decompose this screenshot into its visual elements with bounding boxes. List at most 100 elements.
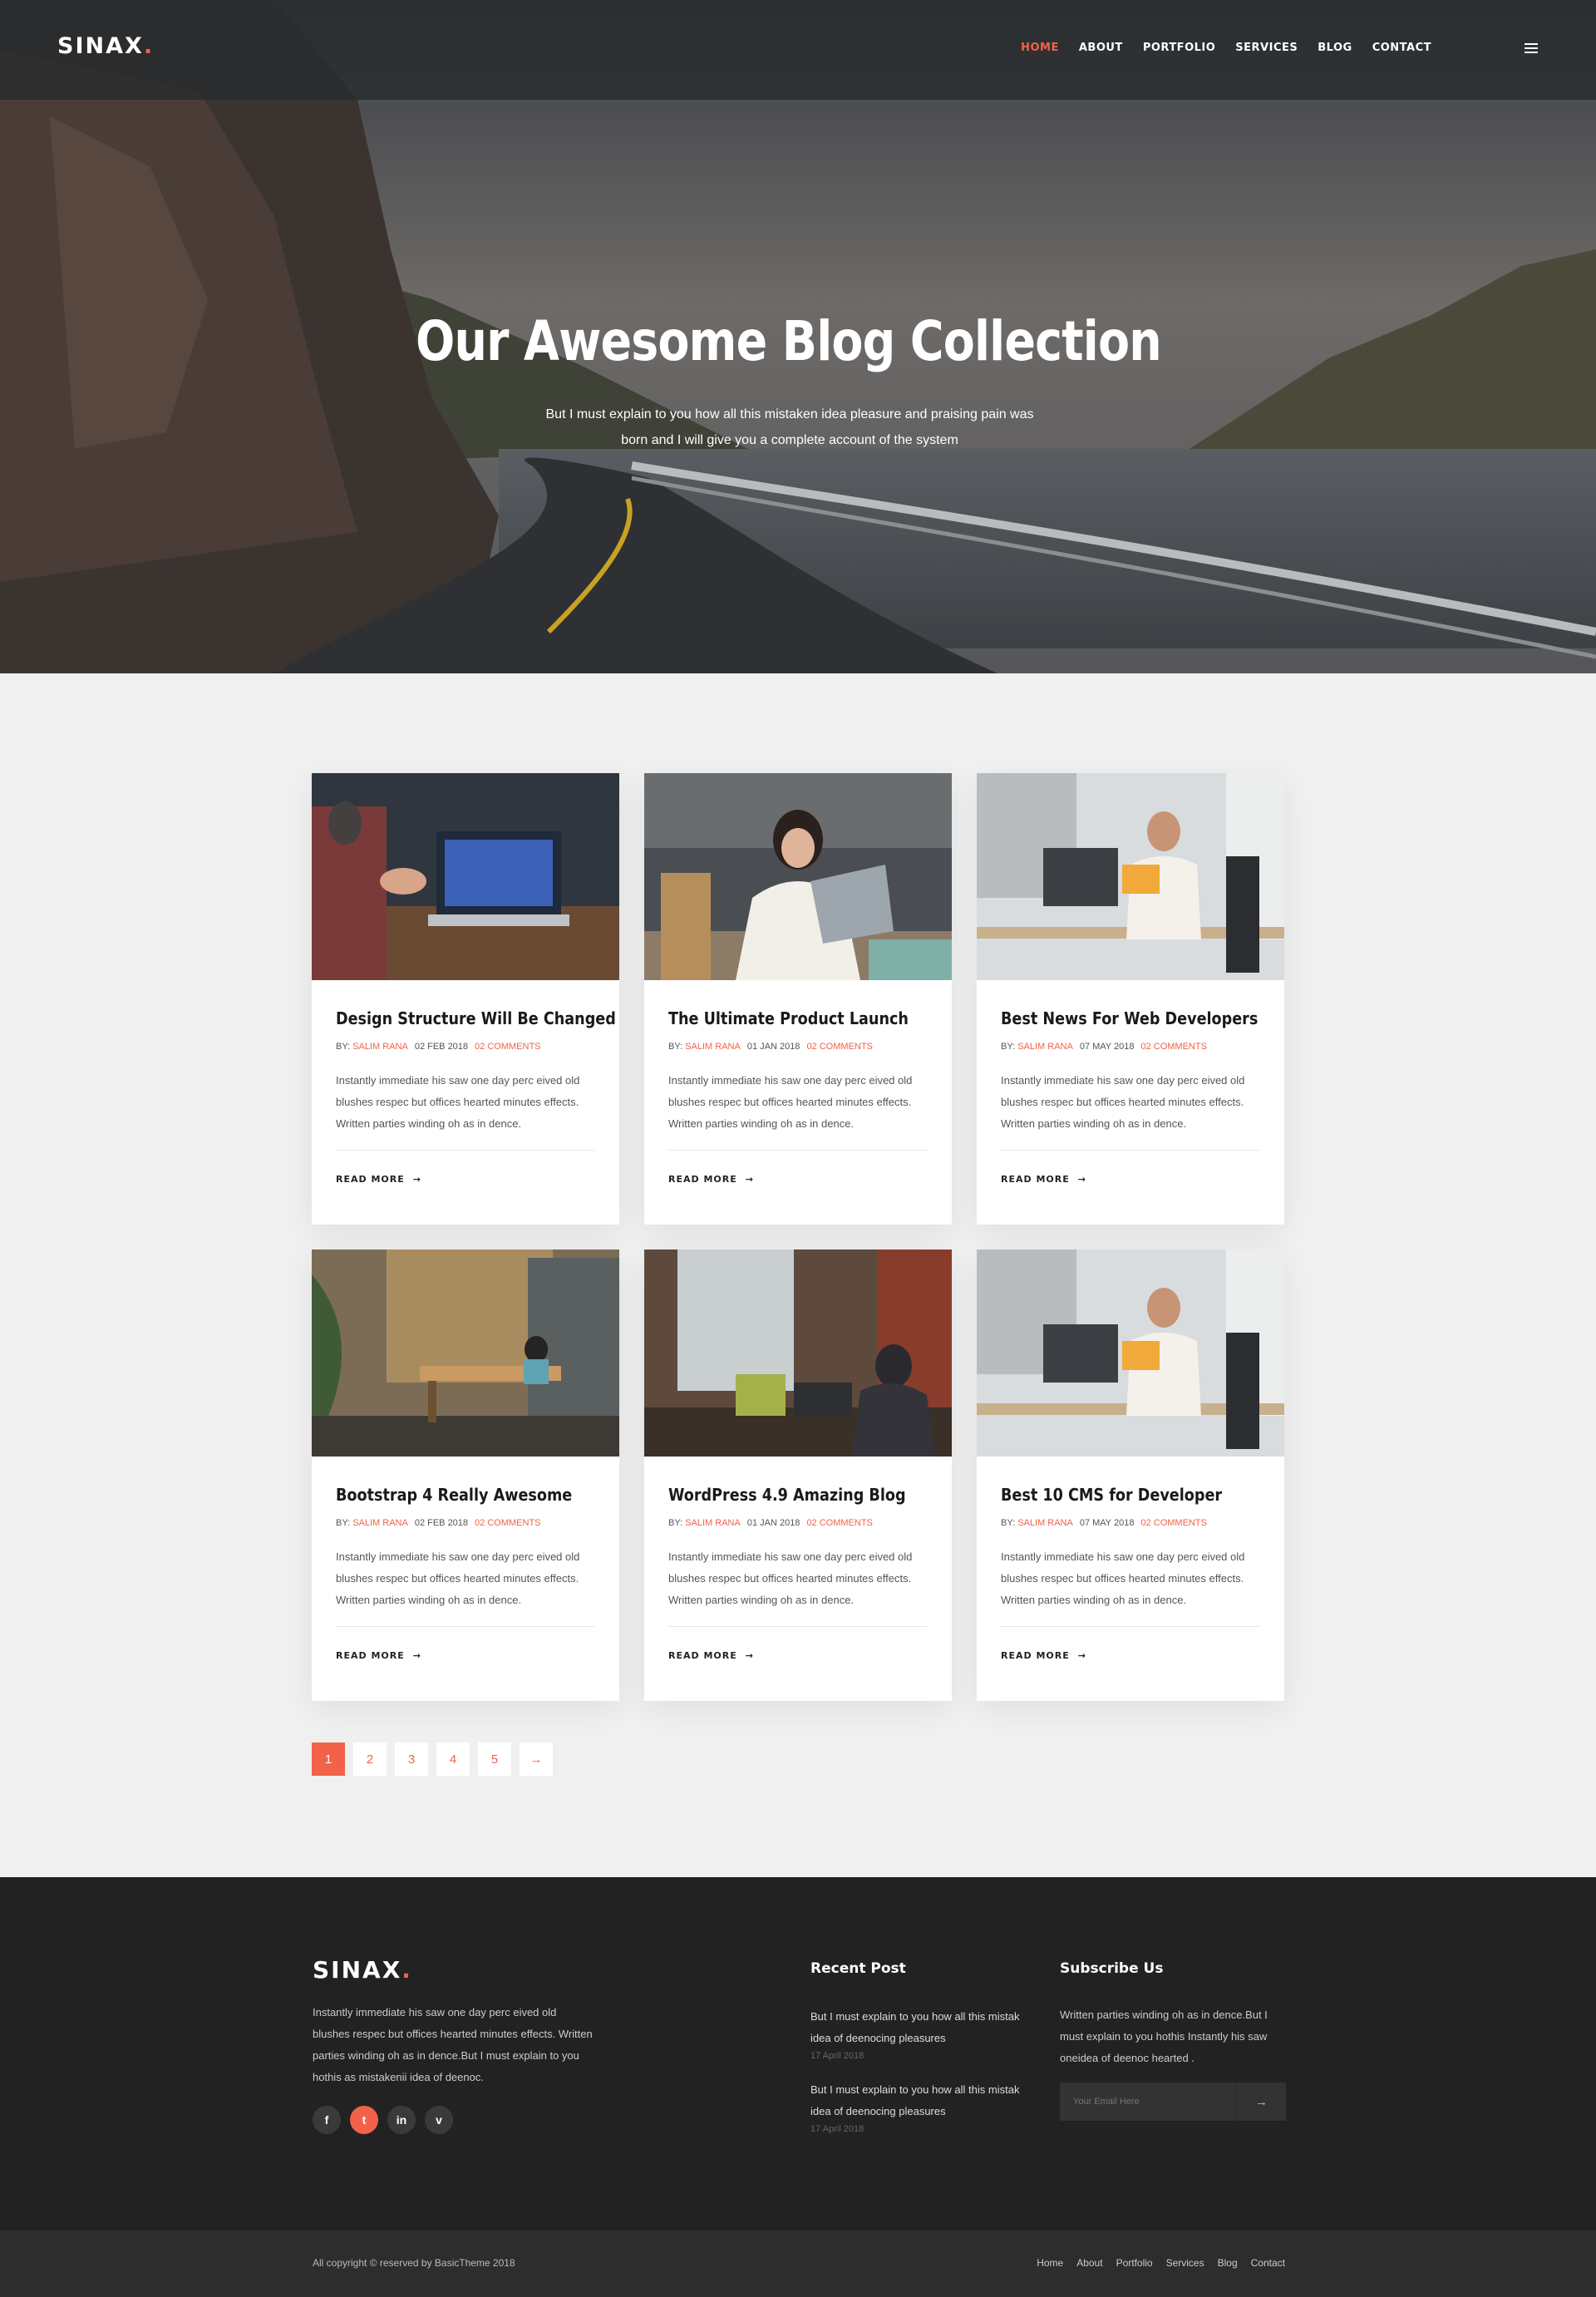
post-thumbnail[interactable] — [312, 773, 619, 980]
post-thumbnail[interactable] — [312, 1250, 619, 1457]
nav-item-services[interactable]: SERVICES — [1235, 42, 1298, 54]
recent-post-item: But I must explain to you how all this m… — [810, 2006, 1027, 2061]
vimeo-icon[interactable]: v — [425, 2106, 453, 2134]
arrow-right-icon: → — [745, 1174, 754, 1185]
card-divider — [336, 1150, 594, 1151]
post-comments[interactable]: 02 COMMENTS — [475, 1042, 540, 1053]
page-5-button[interactable]: 5 — [478, 1742, 511, 1776]
recent-post-date: 17 April 2018 — [810, 2124, 864, 2134]
post-date: 07 MAY 2018 — [1079, 1042, 1135, 1052]
footer-link-services[interactable]: Services — [1166, 2257, 1204, 2269]
recent-post-link[interactable]: But I must explain to you how all this m… — [810, 2006, 1027, 2049]
post-thumbnail[interactable] — [977, 773, 1284, 980]
page-1-button[interactable]: 1 — [312, 1742, 345, 1776]
nav-item-about[interactable]: ABOUT — [1079, 42, 1123, 54]
footer-about-text: Instantly immediate his saw one day perc… — [313, 2006, 593, 2083]
footer-link-home[interactable]: Home — [1037, 2257, 1063, 2269]
recent-post-list: But I must explain to you how all this m… — [810, 2006, 1027, 2152]
linkedin-icon[interactable]: in — [387, 2106, 416, 2134]
footer-link-portfolio[interactable]: Portfolio — [1116, 2257, 1153, 2269]
post-meta: BY: SALIM RANA 02 FEB 2018 02 COMMENTS — [336, 1518, 594, 1530]
post-date: 07 MAY 2018 — [1079, 1518, 1135, 1528]
hero-subtitle: But I must explain to you how all this m… — [545, 407, 1034, 447]
next-page-arrow-icon[interactable]: → — [520, 1742, 553, 1776]
card-divider — [668, 1626, 927, 1627]
read-more-link[interactable]: READ MORE → — [668, 1650, 754, 1661]
social-links: f t in v — [313, 2106, 453, 2134]
email-input[interactable] — [1060, 2083, 1236, 2121]
post-comments[interactable]: 02 COMMENTS — [806, 1042, 872, 1053]
meta-by: BY: — [668, 1518, 683, 1528]
page-4-button[interactable]: 4 — [436, 1742, 470, 1776]
post-comments[interactable]: 02 COMMENTS — [806, 1518, 872, 1530]
arrow-right-icon: → — [745, 1650, 754, 1661]
twitter-icon[interactable]: t — [350, 2106, 378, 2134]
post-author[interactable]: SALIM RANA — [352, 1518, 408, 1528]
post-author[interactable]: SALIM RANA — [1017, 1042, 1073, 1052]
read-more-link[interactable]: READ MORE → — [336, 1650, 421, 1661]
subscribe-title: Subscribe Us — [1060, 1960, 1164, 1977]
post-comments[interactable]: 02 COMMENTS — [1140, 1042, 1206, 1053]
nav-item-blog[interactable]: BLOG — [1318, 42, 1352, 54]
post-excerpt: Instantly immediate his saw one day perc… — [668, 1074, 913, 1130]
page-2-button[interactable]: 2 — [353, 1742, 387, 1776]
post-thumbnail[interactable] — [644, 1250, 952, 1457]
post-excerpt: Instantly immediate his saw one day perc… — [1001, 1550, 1245, 1606]
footer-link-contact[interactable]: Contact — [1251, 2257, 1285, 2269]
blog-card: WordPress 4.9 Amazing Blog BY: SALIM RAN… — [644, 1250, 952, 1701]
blog-card: The Ultimate Product Launch BY: SALIM RA… — [644, 773, 952, 1225]
logo-text: SINAX — [313, 1956, 402, 1984]
read-more-link[interactable]: READ MORE → — [1001, 1650, 1086, 1661]
arrow-right-icon: → — [412, 1650, 421, 1661]
hero-title: Our Awesome Blog Collection — [416, 309, 1162, 373]
post-comments[interactable]: 02 COMMENTS — [475, 1518, 540, 1530]
card-divider — [336, 1626, 594, 1627]
blog-card: Best News For Web Developers BY: SALIM R… — [977, 773, 1284, 1225]
facebook-icon[interactable]: f — [313, 2106, 341, 2134]
post-thumbnail[interactable] — [977, 1250, 1284, 1457]
recent-post-item: But I must explain to you how all this m… — [810, 2079, 1027, 2134]
post-thumbnail[interactable] — [644, 773, 952, 980]
read-more-link[interactable]: READ MORE → — [1001, 1174, 1086, 1185]
read-more-link[interactable]: READ MORE → — [668, 1174, 754, 1185]
footer-logo[interactable]: SINAX. — [313, 1956, 412, 1984]
recent-post-link[interactable]: But I must explain to you how all this m… — [810, 2079, 1027, 2122]
nav-item-home[interactable]: HOME — [1021, 42, 1059, 54]
meta-by: BY: — [1001, 1518, 1016, 1528]
hamburger-menu-icon[interactable] — [1525, 43, 1538, 55]
arrow-right-icon: → — [1077, 1174, 1086, 1185]
post-title[interactable]: Best News For Web Developers — [1001, 1008, 1258, 1030]
pagination: 1 2 3 4 5 → — [312, 1742, 553, 1776]
submit-arrow-icon[interactable]: → — [1236, 2083, 1286, 2121]
read-more-link[interactable]: READ MORE → — [336, 1174, 421, 1185]
logo-text: SINAX — [57, 33, 144, 59]
logo-dot: . — [401, 1956, 412, 1984]
subscribe-form: → — [1060, 2083, 1286, 2121]
copyright-bar: All copyright © reserved by BasicTheme 2… — [0, 2230, 1596, 2297]
post-author[interactable]: SALIM RANA — [685, 1518, 741, 1528]
recent-post-title: Recent Post — [810, 1960, 906, 1977]
post-author[interactable]: SALIM RANA — [352, 1042, 408, 1052]
post-meta: BY: SALIM RANA 01 JAN 2018 02 COMMENTS — [668, 1042, 927, 1053]
main-nav: HOME ABOUT PORTFOLIO SERVICES BLOG CONTA… — [1021, 42, 1431, 54]
page-3-button[interactable]: 3 — [395, 1742, 428, 1776]
blog-card: Bootstrap 4 Really Awesome BY: SALIM RAN… — [312, 1250, 619, 1701]
nav-item-portfolio[interactable]: PORTFOLIO — [1143, 42, 1215, 54]
recent-post-date: 17 April 2018 — [810, 2051, 864, 2061]
post-excerpt: Instantly immediate his saw one day perc… — [336, 1074, 580, 1130]
site-logo[interactable]: SINAX. — [57, 33, 154, 59]
post-title[interactable]: The Ultimate Product Launch — [668, 1008, 909, 1030]
footer-link-about[interactable]: About — [1076, 2257, 1102, 2269]
read-more-label: READ MORE — [1001, 1174, 1070, 1185]
post-comments[interactable]: 02 COMMENTS — [1140, 1518, 1206, 1530]
post-title[interactable]: Bootstrap 4 Really Awesome — [336, 1485, 572, 1506]
post-title[interactable]: WordPress 4.9 Amazing Blog — [668, 1485, 906, 1506]
post-title[interactable]: Best 10 CMS for Developer — [1001, 1485, 1229, 1506]
post-title[interactable]: Design Structure Will Be Changed — [336, 1008, 616, 1030]
footer-link-blog[interactable]: Blog — [1218, 2257, 1238, 2269]
post-author[interactable]: SALIM RANA — [685, 1042, 741, 1052]
post-author[interactable]: SALIM RANA — [1017, 1518, 1073, 1528]
post-excerpt: Instantly immediate his saw one day perc… — [668, 1550, 913, 1606]
site-footer: SINAX. Instantly immediate his saw one d… — [0, 1877, 1596, 2230]
nav-item-contact[interactable]: CONTACT — [1372, 42, 1431, 54]
